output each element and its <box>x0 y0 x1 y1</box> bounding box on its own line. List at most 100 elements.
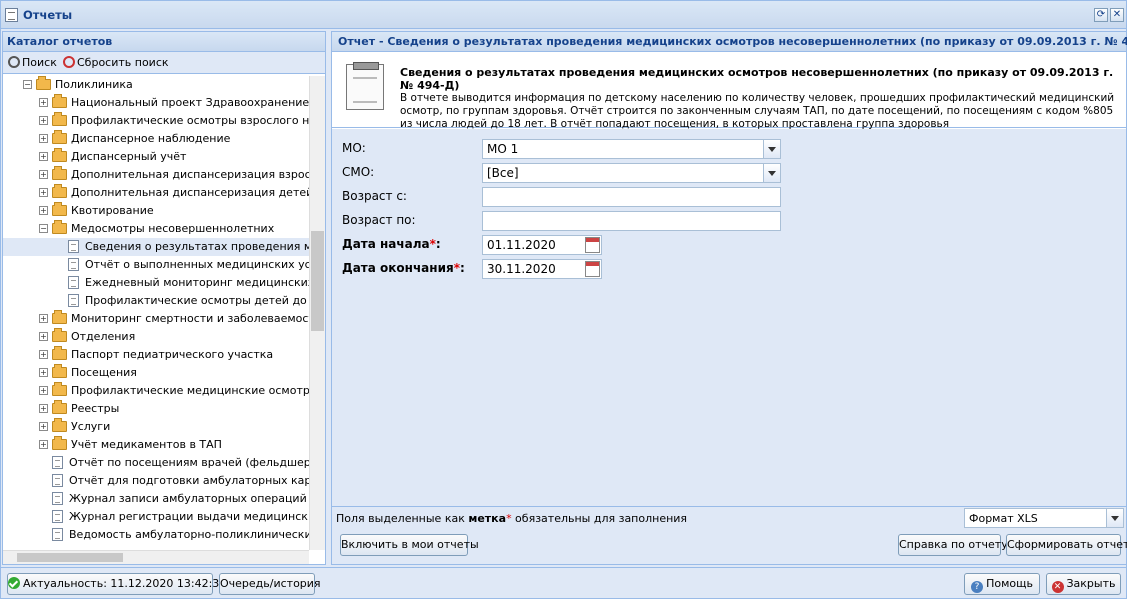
tree-report-item[interactable]: Отчёт для подготовки амбулаторных карт з… <box>3 472 309 490</box>
tree-folder-item[interactable]: + Посещения <box>3 364 309 382</box>
report-document-icon <box>52 474 63 487</box>
tree-folder-item[interactable]: + Отделения <box>3 328 309 346</box>
tree-report-item[interactable]: Сведения о результатах проведения медиц <box>3 238 309 256</box>
tree-report-item[interactable]: Журнал регистрации выдачи медицинских сп… <box>3 508 309 526</box>
chevron-down-icon[interactable] <box>1106 509 1123 527</box>
tree-item-label: Отделения <box>71 330 136 343</box>
chevron-down-icon[interactable] <box>763 164 780 182</box>
add-to-my-reports-button[interactable]: Включить в мои отчеты <box>340 534 479 556</box>
tree-report-item[interactable]: Отчёт о выполненных медицинских услугах <box>3 256 309 274</box>
date-start-value: 01.11.2020 <box>487 238 556 252</box>
tree-folder-item[interactable]: − Поликлиника <box>3 76 309 94</box>
tree-item-label: Профилактические осмотры взрослого насел… <box>71 114 309 127</box>
expand-icon[interactable]: + <box>39 206 48 215</box>
tree-report-item[interactable]: Профилактические осмотры детей до 3х ле <box>3 292 309 310</box>
tree-report-item[interactable]: Ведомость амбулаторно-поликлинических об… <box>3 526 309 544</box>
tree-folder-item[interactable]: + Диспансерное наблюдение <box>3 130 309 148</box>
folder-icon <box>52 346 67 360</box>
tree-horizontal-scrollbar[interactable] <box>3 550 309 564</box>
required-note: Поля выделенные как метка* обязательны д… <box>336 512 688 525</box>
expand-icon[interactable]: + <box>39 314 48 323</box>
expand-icon[interactable]: + <box>39 422 48 431</box>
scroll-thumb[interactable] <box>311 231 324 331</box>
catalog-title: Каталог отчетов <box>3 32 325 52</box>
tree-folder-item[interactable]: + Учёт медикаментов в ТАП <box>3 436 309 454</box>
expand-icon[interactable]: + <box>39 134 48 143</box>
date-end-value: 30.11.2020 <box>487 262 556 276</box>
expand-icon[interactable]: + <box>39 170 48 179</box>
mo-select[interactable]: МО 1 <box>482 139 781 159</box>
tree-folder-item[interactable]: − Медосмотры несовершеннолетних <box>3 220 309 238</box>
age-from-input[interactable] <box>482 187 781 207</box>
tree-item-label: Реестры <box>71 402 120 415</box>
tree-report-item[interactable]: Журнал записи амбулаторных операций (Фор… <box>3 490 309 508</box>
tree-folder-item[interactable]: + Услуги <box>3 418 309 436</box>
smo-select[interactable]: [Все] <box>482 163 781 183</box>
date-start-field[interactable]: 01.11.2020 <box>482 235 602 255</box>
tree-folder-item[interactable]: + Национальный проект Здравоохранение <box>3 94 309 112</box>
calendar-icon[interactable] <box>585 261 600 277</box>
tree-report-item[interactable]: Отчёт по посещениям врачей (фельдшеров) … <box>3 454 309 472</box>
report-parameters-form: МО: МО 1 СМО: [Все] Возраст с: Возраст п… <box>332 129 1126 506</box>
report-document-icon <box>68 258 79 271</box>
tree-report-item[interactable]: Ежедневный мониторинг медицинских осмо <box>3 274 309 292</box>
tree-folder-item[interactable]: + Квотирование <box>3 202 309 220</box>
report-header: Отчет - Сведения о результатах проведени… <box>332 32 1127 52</box>
report-info: Сведения о результатах проведения медици… <box>332 54 1126 130</box>
expand-icon[interactable]: + <box>39 98 48 107</box>
tree-folder-item[interactable]: + Реестры <box>3 400 309 418</box>
search-button[interactable]: Поиск <box>8 55 57 71</box>
expand-icon[interactable]: + <box>39 368 48 377</box>
date-end-field[interactable]: 30.11.2020 <box>482 259 602 279</box>
catalog-toolbar: Поиск Сбросить поиск <box>3 52 325 74</box>
report-document-icon <box>68 240 79 253</box>
expand-icon[interactable]: + <box>39 386 48 395</box>
report-help-button[interactable]: Справка по отчету <box>898 534 1008 556</box>
tree-folder-item[interactable]: + Дополнительная диспансеризация взрослог… <box>3 166 309 184</box>
tree-folder-item[interactable]: + Дополнительная диспансеризация детей-си… <box>3 184 309 202</box>
chevron-down-icon[interactable] <box>763 140 780 158</box>
expand-icon[interactable]: + <box>39 188 48 197</box>
expand-icon[interactable]: + <box>39 332 48 341</box>
help-icon: ? <box>971 581 984 593</box>
tree-item-label: Посещения <box>71 366 137 379</box>
folder-icon <box>52 112 67 126</box>
collapse-icon[interactable]: − <box>39 224 48 233</box>
tree-folder-item[interactable]: + Паспорт педиатрического участка <box>3 346 309 364</box>
generate-report-button[interactable]: Сформировать отчет <box>1006 534 1127 556</box>
expand-icon[interactable]: + <box>39 440 48 449</box>
close-window-icon[interactable]: ✕ <box>1110 8 1124 22</box>
tree-item-label: Журнал регистрации выдачи медицинских сп… <box>69 510 309 523</box>
expand-icon[interactable]: + <box>39 404 48 413</box>
tree-folder-item[interactable]: + Профилактические осмотры взрослого насе… <box>3 112 309 130</box>
scroll-thumb[interactable] <box>17 553 123 562</box>
tree-item-label: Диспансерный учёт <box>71 150 187 163</box>
report-button-bar: Включить в мои отчеты Справка по отчету … <box>332 528 1127 564</box>
refresh-icon[interactable]: ⟳ <box>1094 8 1108 22</box>
format-select[interactable]: Формат XLS <box>964 508 1124 528</box>
reset-search-label: Сбросить поиск <box>77 56 169 69</box>
age-to-input[interactable] <box>482 211 781 231</box>
date-start-label: Дата начала*: <box>342 237 441 251</box>
tree-vertical-scrollbar[interactable] <box>309 76 325 550</box>
status-bar: Актуальность: 11.12.2020 13:42:39 Очеред… <box>1 567 1126 598</box>
expand-icon[interactable]: + <box>39 152 48 161</box>
queue-history-button[interactable]: Очередь/история <box>219 573 321 595</box>
folder-icon <box>52 328 67 342</box>
reset-search-button[interactable]: Сбросить поиск <box>63 55 169 71</box>
expand-icon[interactable]: + <box>39 116 48 125</box>
tree-folder-item[interactable]: + Диспансерный учёт <box>3 148 309 166</box>
help-button[interactable]: ? Помощь <box>964 573 1040 595</box>
help-button-label: Помощь <box>986 577 1033 590</box>
expand-icon[interactable]: + <box>39 350 48 359</box>
tree-folder-item[interactable]: + Профилактические медицинские осмотры <box>3 382 309 400</box>
tree-folder-item[interactable]: + Мониторинг смертности и заболеваемости <box>3 310 309 328</box>
tree-item-label: Мониторинг смертности и заболеваемости <box>71 312 309 325</box>
report-info-title: Сведения о результатах проведения медици… <box>400 66 1114 92</box>
actuality-button[interactable]: Актуальность: 11.12.2020 13:42:39 <box>7 573 226 595</box>
collapse-icon[interactable]: − <box>23 80 32 89</box>
search-icon <box>8 56 20 68</box>
folder-icon <box>52 220 67 234</box>
close-button[interactable]: ✕ Закрыть <box>1046 573 1121 595</box>
calendar-icon[interactable] <box>585 237 600 253</box>
